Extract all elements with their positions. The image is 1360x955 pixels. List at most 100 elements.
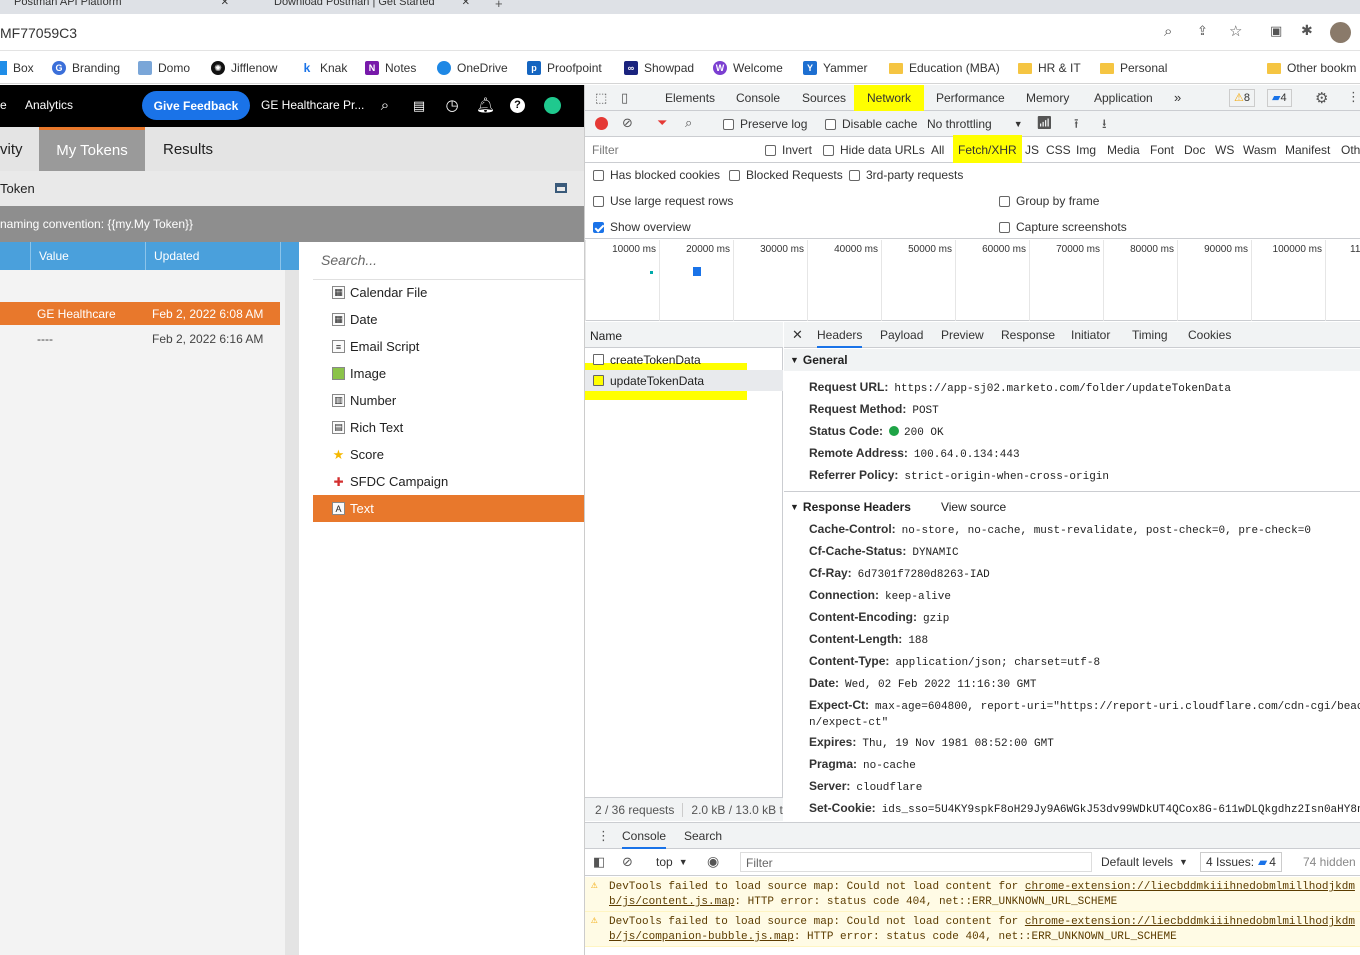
large-rows-checkbox[interactable]: Use large request rows: [593, 194, 733, 208]
log-levels-select[interactable]: Default levels ▼: [1101, 855, 1188, 869]
tab-sources[interactable]: Sources: [802, 85, 846, 111]
bookmark-item[interactable]: ∞ Showpad: [624, 58, 694, 78]
tab-activity[interactable]: vity: [0, 127, 38, 171]
avatar[interactable]: [1330, 22, 1351, 43]
inspect-icon[interactable]: ⬚: [595, 90, 607, 106]
filter-type-fetch-xhr[interactable]: Fetch/XHR: [953, 135, 1022, 165]
token-type-item-selected[interactable]: A Text: [313, 495, 584, 522]
filter-type-font[interactable]: Font: [1150, 143, 1174, 157]
search-input[interactable]: Search...: [313, 242, 584, 280]
bookmark-item[interactable]: G Branding: [52, 58, 120, 78]
share-icon[interactable]: ⇪: [1197, 23, 1208, 39]
tab-network[interactable]: Network: [854, 85, 925, 113]
table-row[interactable]: ---- Feb 2, 2022 6:16 AM: [0, 327, 280, 350]
tab-timing[interactable]: Timing: [1132, 322, 1168, 348]
workspace-selector[interactable]: GE Healthcare Pr...: [261, 98, 364, 112]
sidebar-toggle-icon[interactable]: ◧: [593, 854, 605, 870]
bookmark-item[interactable]: p Proofpoint: [527, 58, 602, 78]
search-icon[interactable]: ⌕: [685, 115, 692, 131]
filter-type-other[interactable]: Oth: [1341, 143, 1360, 157]
tab-cookies[interactable]: Cookies: [1188, 322, 1231, 348]
console-filter-input[interactable]: Filter: [740, 852, 1092, 872]
record-icon[interactable]: [595, 117, 608, 130]
filter-type-manifest[interactable]: Manifest: [1285, 143, 1330, 157]
give-feedback-button[interactable]: Give Feedback: [142, 91, 250, 120]
puzzle-icon[interactable]: ✱: [1301, 22, 1313, 39]
blocked-cookies-checkbox[interactable]: Has blocked cookies: [593, 168, 720, 182]
bookmark-item[interactable]: Domo: [138, 58, 190, 78]
blocked-requests-checkbox[interactable]: Blocked Requests: [729, 168, 843, 182]
tab-payload[interactable]: Payload: [880, 322, 923, 348]
tab-console[interactable]: Console: [736, 85, 780, 111]
column-value[interactable]: Value: [30, 242, 145, 270]
name-column-header[interactable]: Name: [585, 322, 783, 348]
table-row[interactable]: GE Healthcare Feb 2, 2022 6:08 AM: [0, 302, 280, 325]
close-icon[interactable]: ✕: [462, 0, 470, 8]
tab-console[interactable]: Console: [622, 823, 667, 849]
eye-icon[interactable]: ◉: [707, 853, 719, 870]
export-har-icon[interactable]: ⭳: [1102, 115, 1107, 137]
bookmark-folder[interactable]: Education (MBA): [889, 58, 1000, 78]
network-overview-timeline[interactable]: 10000 ms 20000 ms 30000 ms 40000 ms 5000…: [585, 240, 1360, 321]
import-har-icon[interactable]: ⭱: [1074, 115, 1079, 137]
calendar-icon[interactable]: ▤: [410, 97, 428, 115]
token-type-item[interactable]: ▤ Rich Text: [313, 414, 584, 441]
zoom-icon[interactable]: ⌕: [1164, 23, 1172, 40]
bookmark-item[interactable]: ✺ Jifflenow: [211, 58, 277, 78]
show-overview-checkbox[interactable]: Show overview: [593, 220, 691, 234]
column-updated[interactable]: Updated: [145, 242, 280, 270]
token-type-item[interactable]: ▥ Number: [313, 387, 584, 414]
bell-icon[interactable]: 🔔︎: [476, 97, 495, 115]
token-type-item[interactable]: ▦ Calendar File: [313, 279, 584, 306]
nav-analytics[interactable]: Analytics: [25, 98, 73, 112]
bookmark-item[interactable]: N Notes: [365, 58, 416, 78]
token-type-item[interactable]: ✚ SFDC Campaign: [313, 468, 584, 495]
close-icon[interactable]: ✕: [221, 0, 229, 8]
filter-type-css[interactable]: CSS: [1046, 143, 1071, 157]
response-headers-section-header[interactable]: ▼ Response Headers View source: [784, 496, 1360, 518]
tab-headers[interactable]: Headers: [817, 322, 863, 348]
invert-checkbox[interactable]: Invert: [765, 143, 812, 157]
messages-badge[interactable]: ▰4: [1267, 89, 1292, 107]
filter-type-wasm[interactable]: Wasm: [1243, 143, 1277, 157]
more-tabs-icon[interactable]: »: [1174, 85, 1181, 111]
filter-type-img[interactable]: Img: [1076, 143, 1096, 157]
browser-tab[interactable]: Download Postman | Get Started ✕: [240, 0, 478, 14]
filter-input[interactable]: Filter: [588, 141, 751, 159]
history-icon[interactable]: ◷: [443, 97, 461, 115]
filter-icon[interactable]: ⏷: [657, 115, 667, 131]
tab-my-tokens[interactable]: My Tokens: [39, 127, 145, 171]
more-menu-icon[interactable]: ⋮: [1347, 89, 1360, 105]
clear-console-icon[interactable]: ⊘: [622, 854, 633, 870]
source-link[interactable]: chrome-extension://liecbddmkiiihnedobmlm…: [1025, 916, 1355, 928]
tab-search[interactable]: Search: [684, 823, 722, 849]
user-avatar[interactable]: [544, 97, 561, 114]
bookmark-item[interactable]: OneDrive: [437, 58, 508, 78]
group-by-frame-checkbox[interactable]: Group by frame: [999, 194, 1099, 208]
window-icon[interactable]: [555, 183, 567, 193]
nav-item[interactable]: e: [0, 98, 7, 112]
close-icon[interactable]: ✕: [792, 322, 803, 348]
tab-response[interactable]: Response: [1001, 322, 1055, 348]
settings-gear-icon[interactable]: ⚙: [1315, 89, 1328, 107]
token-type-item[interactable]: ▦ Date: [313, 306, 584, 333]
url-input[interactable]: MF77059C3: [0, 25, 77, 41]
drawer-menu-icon[interactable]: ⋮: [597, 828, 610, 844]
capture-screenshots-checkbox[interactable]: Capture screenshots: [999, 220, 1127, 234]
browser-tab[interactable]: Postman API Platform ✕: [0, 0, 235, 14]
bookmark-item[interactable]: Box: [0, 58, 34, 78]
extension-icon[interactable]: ▣: [1270, 23, 1282, 39]
tab-results[interactable]: Results: [145, 127, 231, 171]
filter-type-doc[interactable]: Doc: [1184, 143, 1205, 157]
network-conditions-icon[interactable]: 📶︎: [1036, 115, 1053, 131]
bookmark-folder[interactable]: HR & IT: [1018, 58, 1081, 78]
source-link[interactable]: b/js/content.js.map: [609, 896, 734, 908]
source-link[interactable]: b/js/companion-bubble.js.map: [609, 931, 794, 943]
issues-button[interactable]: 4 Issues: ▰ 4: [1200, 852, 1282, 872]
request-row[interactable]: createTokenData: [585, 349, 783, 370]
token-type-item[interactable]: ★ Score: [313, 441, 584, 468]
filter-type-media[interactable]: Media: [1107, 143, 1140, 157]
tab-preview[interactable]: Preview: [941, 322, 984, 348]
throttling-select[interactable]: No throttling ▼: [927, 117, 1023, 131]
star-icon[interactable]: ☆: [1229, 22, 1242, 40]
